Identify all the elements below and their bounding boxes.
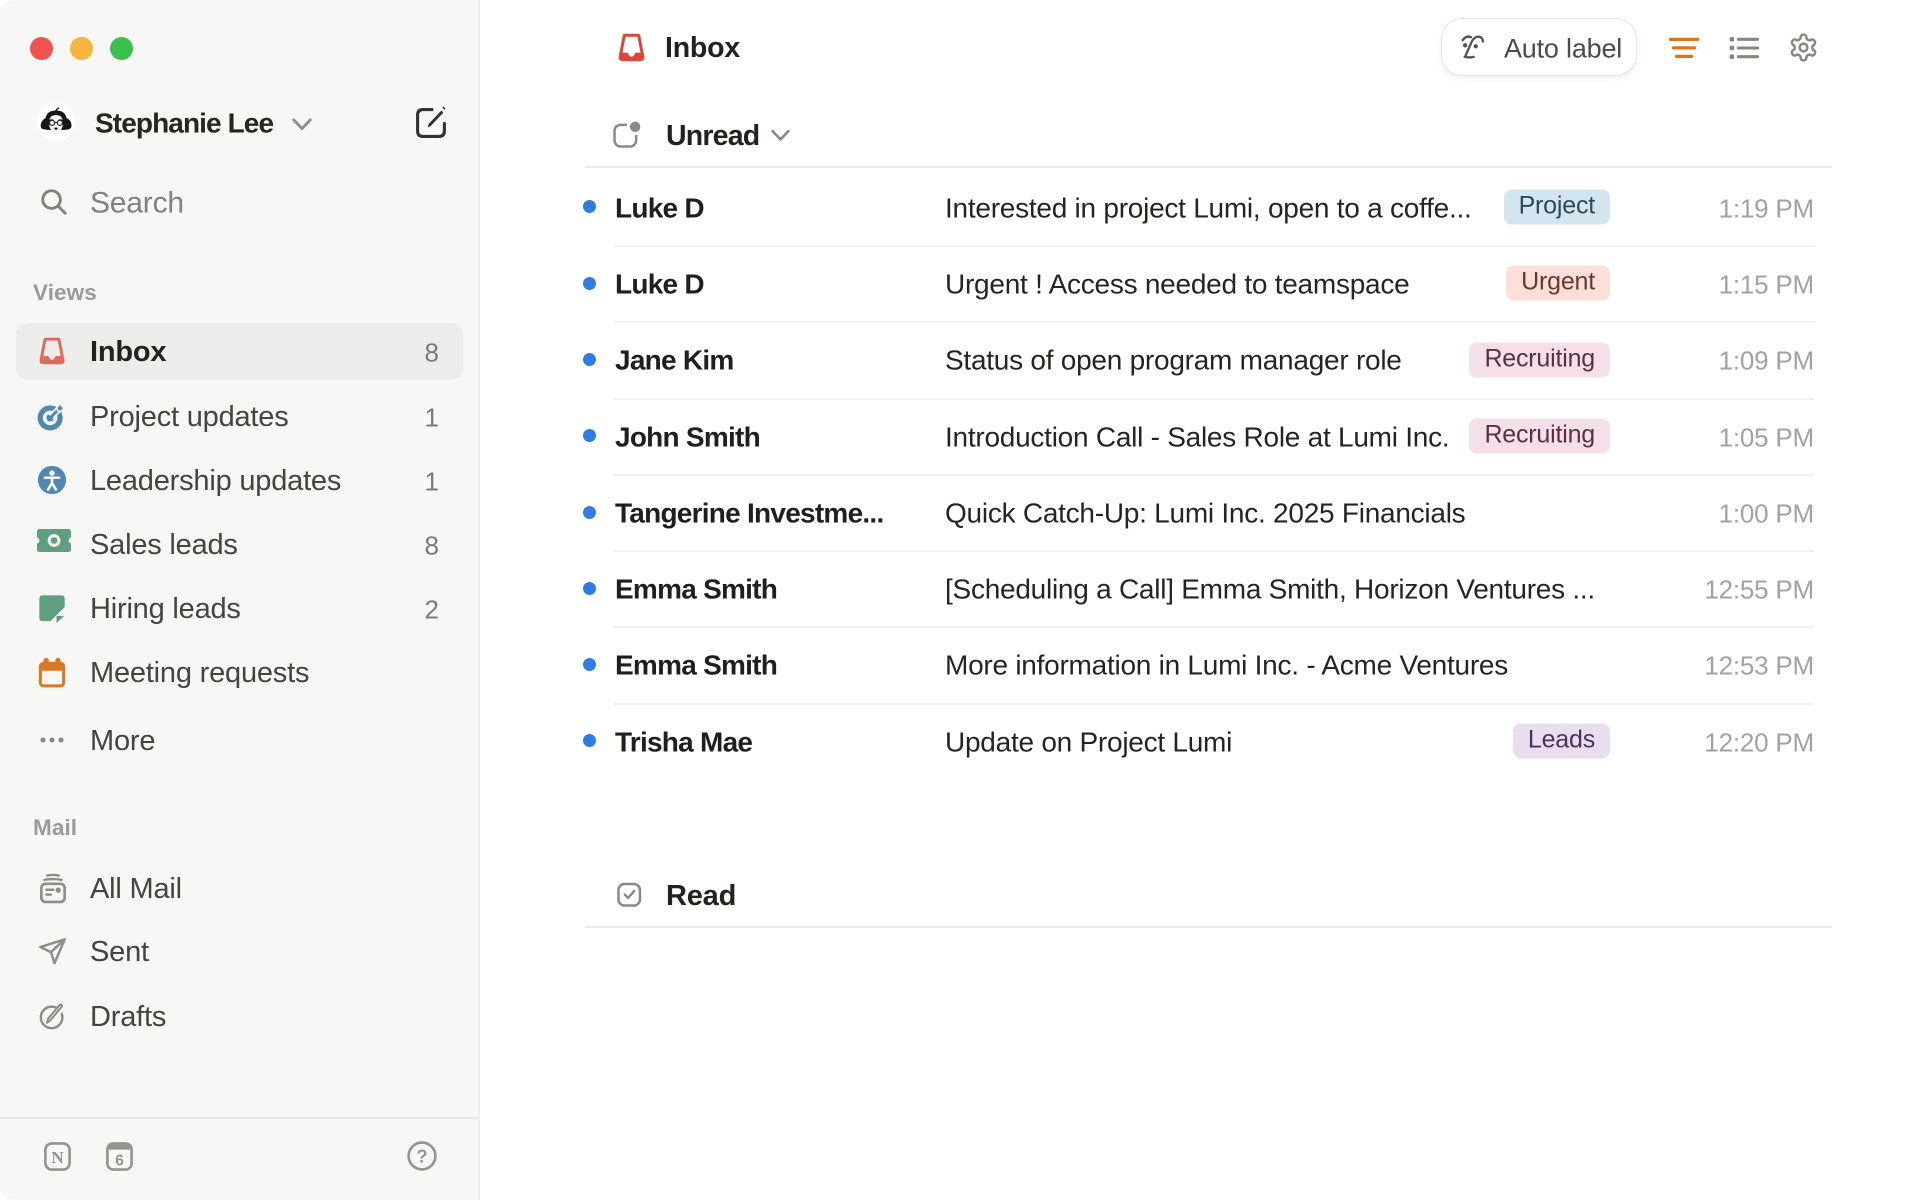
svg-text:?: ?: [417, 1147, 428, 1167]
svg-text:N: N: [51, 1148, 64, 1167]
svg-text:6: 6: [115, 1152, 124, 1169]
